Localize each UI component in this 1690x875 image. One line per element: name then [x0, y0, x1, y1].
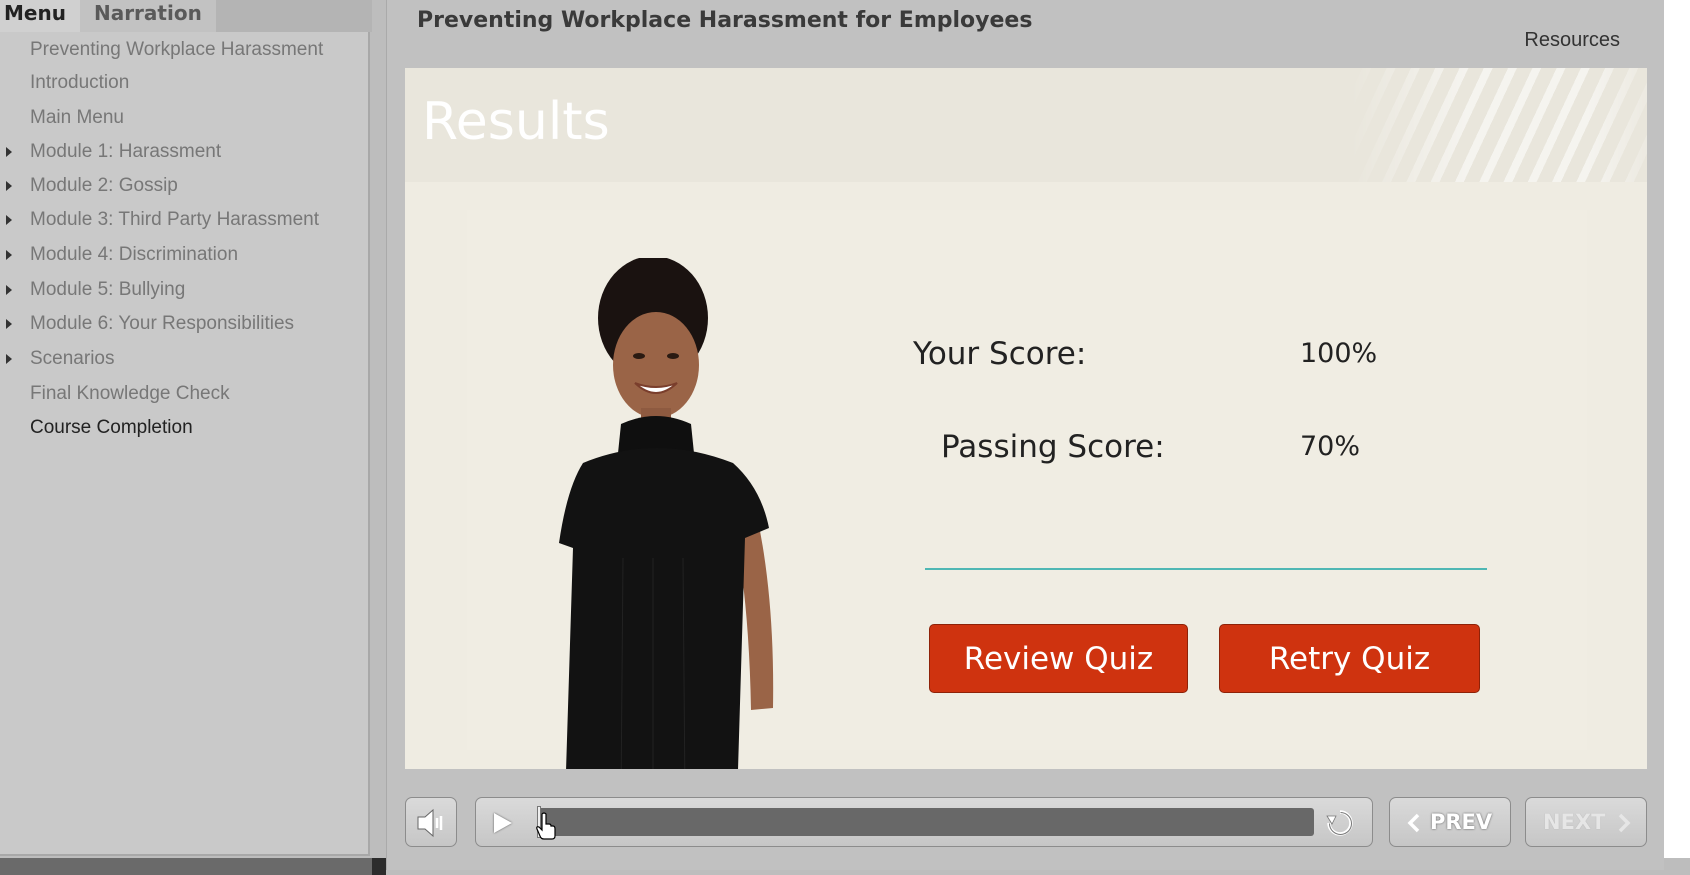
- tab-narration[interactable]: Narration: [79, 0, 216, 32]
- menu-item-scenarios[interactable]: Scenarios: [0, 343, 368, 375]
- menu-item-label: Scenarios: [30, 348, 115, 369]
- menu-item-label: Module 2: Gossip: [30, 175, 178, 196]
- menu-item-label: Module 6: Your Responsibilities: [30, 313, 295, 334]
- menu-item-module-1[interactable]: Module 1: Harassment: [0, 136, 368, 168]
- sidebar-tabs: Menu Narration: [0, 0, 372, 32]
- chevron-right-icon: [1618, 813, 1631, 833]
- next-label: NEXT: [1543, 810, 1606, 834]
- passing-score-label: Passing Score:: [941, 429, 1165, 465]
- prev-label: PREV: [1430, 810, 1493, 834]
- menu-item-module-3[interactable]: Module 3: Third Party Harassment: [0, 204, 368, 236]
- menu-panel: Preventing Workplace Harassment Introduc…: [0, 32, 370, 856]
- playback-bar: [475, 797, 1373, 847]
- chevron-left-icon: [1407, 813, 1420, 833]
- strip-segment: [0, 858, 372, 875]
- next-button[interactable]: NEXT: [1525, 797, 1647, 847]
- decorative-stripes: [1347, 68, 1647, 182]
- expand-arrow-icon[interactable]: [6, 215, 12, 225]
- menu-item-main-menu[interactable]: Main Menu: [0, 102, 368, 134]
- expand-arrow-icon[interactable]: [6, 319, 12, 329]
- menu-item-label: Preventing Workplace Harassment: [30, 39, 324, 60]
- menu-item-label: Final Knowledge Check: [30, 383, 230, 404]
- your-score-label: Your Score:: [913, 336, 1087, 372]
- sidebar: Menu Narration Preventing Workplace Hara…: [0, 0, 372, 858]
- your-score-value: 100%: [1300, 338, 1378, 369]
- expand-arrow-icon[interactable]: [6, 147, 12, 157]
- menu-item-course-completion[interactable]: Course Completion: [0, 412, 368, 444]
- menu-item-label: Course Completion: [30, 417, 193, 438]
- expand-arrow-icon[interactable]: [6, 285, 12, 295]
- prev-button[interactable]: PREV: [1389, 797, 1511, 847]
- hand-cursor-icon: [536, 812, 556, 840]
- menu-item-label: Module 5: Bullying: [30, 279, 186, 300]
- window-edge: [1664, 0, 1690, 858]
- course-title: Preventing Workplace Harassment for Empl…: [417, 8, 1033, 33]
- menu-item-final-knowledge-check[interactable]: Final Knowledge Check: [0, 378, 368, 410]
- slide-title: Results: [422, 92, 610, 152]
- menu-item-label: Main Menu: [30, 107, 124, 128]
- replay-icon[interactable]: [1322, 806, 1358, 840]
- expand-arrow-icon[interactable]: [6, 354, 12, 364]
- play-icon[interactable]: [494, 813, 512, 833]
- thumbs-up-person-image: [559, 258, 774, 769]
- slide: Results Your Score: 100% Passing Score: …: [405, 68, 1647, 769]
- menu-item-label: Introduction: [30, 72, 130, 93]
- review-quiz-button[interactable]: Review Quiz: [929, 624, 1188, 693]
- menu-item-label: Module 1: Harassment: [30, 141, 222, 162]
- resources-link[interactable]: Resources: [1524, 29, 1620, 52]
- expand-arrow-icon[interactable]: [6, 181, 12, 191]
- divider-line: [925, 568, 1487, 570]
- menu-item-module-6[interactable]: Module 6: Your Responsibilities: [0, 308, 368, 340]
- seek-track[interactable]: [538, 808, 1314, 836]
- retry-quiz-button[interactable]: Retry Quiz: [1219, 624, 1480, 693]
- expand-arrow-icon[interactable]: [6, 250, 12, 260]
- passing-score-value: 70%: [1300, 431, 1361, 462]
- menu-item-label: Module 3: Third Party Harassment: [30, 209, 319, 230]
- menu-item-module-5[interactable]: Module 5: Bullying: [0, 274, 368, 306]
- menu-item-preventing-workplace-harassment[interactable]: Preventing Workplace Harassment: [0, 34, 368, 66]
- menu-item-module-2[interactable]: Module 2: Gossip: [0, 170, 368, 202]
- menu-item-label: Module 4: Discrimination: [30, 244, 239, 265]
- slide-header: Results: [405, 68, 1647, 182]
- volume-button[interactable]: [405, 797, 457, 847]
- menu-item-module-4[interactable]: Module 4: Discrimination: [0, 239, 368, 271]
- menu-item-introduction[interactable]: Introduction: [0, 67, 368, 99]
- tab-menu[interactable]: Menu: [0, 0, 80, 32]
- speaker-icon: [417, 808, 443, 838]
